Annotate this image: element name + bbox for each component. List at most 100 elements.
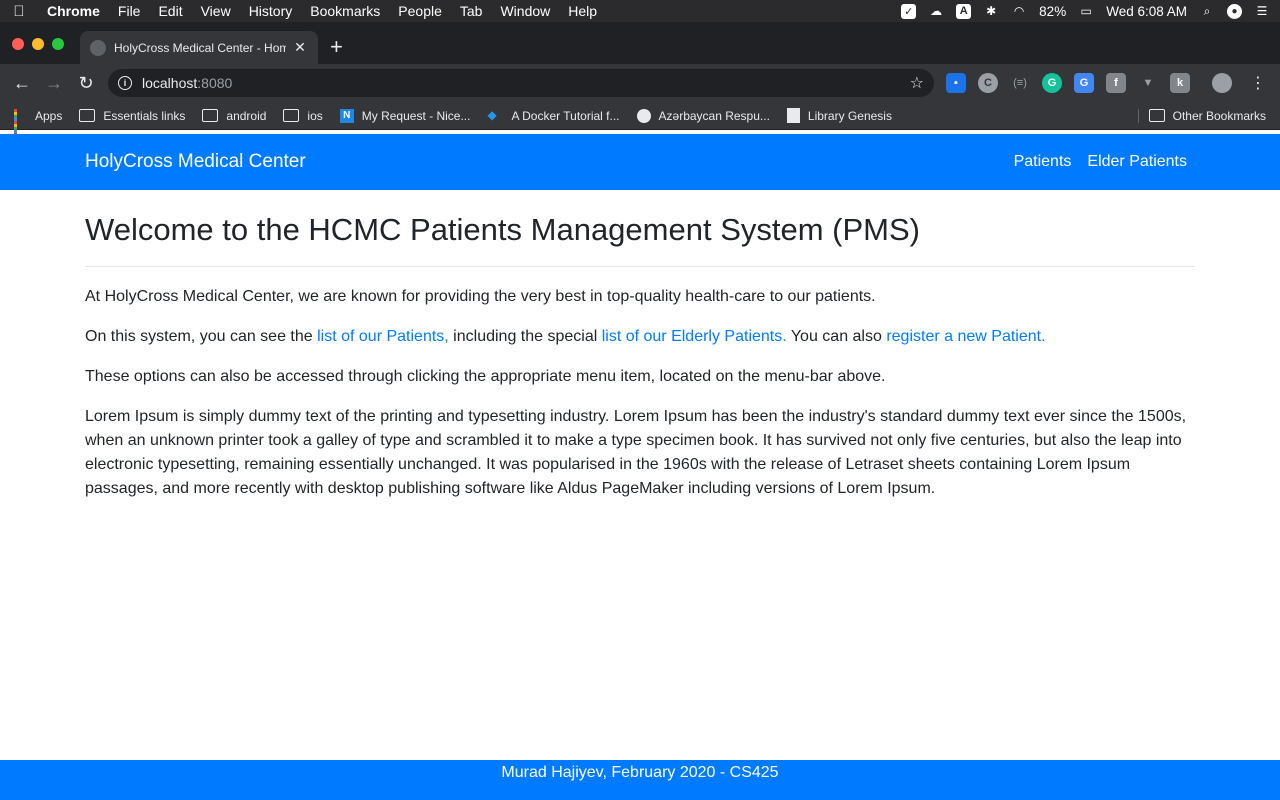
bookmark-android[interactable]: android [202,109,266,123]
spotlight-search-icon[interactable]: ⌕ [1199,3,1215,19]
n-logo-icon: N [339,108,354,123]
menu-history[interactable]: History [240,3,302,19]
menu-help[interactable]: Help [559,3,606,19]
extensions-area: ▪ C (≡) G G f ▼ k [946,73,1232,93]
bookmark-other[interactable]: Other Bookmarks [1137,108,1266,123]
bookmark-star-icon[interactable]: ☆ [910,73,924,93]
bookmark-essentials-links[interactable]: Essentials links [79,109,185,123]
bookmark-label: My Request - Nice... [361,108,471,123]
site-brand[interactable]: HolyCross Medical Center [85,151,306,173]
text-span: You can also [786,328,887,345]
menu-app-chrome[interactable]: Chrome [38,3,109,19]
book-icon [786,108,800,123]
info-icon[interactable]: i [118,76,132,90]
bookmark-label: ios [307,108,323,123]
bookmark-apps[interactable]: Apps [14,108,63,136]
apps-grid-icon [14,109,27,136]
bookmark-label: Apps [35,108,63,123]
menu-people[interactable]: People [389,3,451,19]
extension-k-icon[interactable]: k [1170,73,1190,93]
folder-icon [283,109,300,122]
battery-charging-icon: ▭ [1080,4,1092,18]
nav-link-elder-patients[interactable]: Elder Patients [1087,153,1187,171]
bookmark-my-request[interactable]: N My Request - Nice... [339,108,471,123]
tab-active[interactable]: HolyCross Medical Center - Home ✕ [80,31,318,64]
bookmark-docker-tutorial[interactable]: ◆ A Docker Tutorial f... [487,109,619,123]
globe-icon [90,39,106,56]
apple-menu-icon[interactable]:  [0,3,38,20]
menu-window[interactable]: Window [491,3,559,19]
input-source-icon[interactable]: A [956,3,972,19]
bookmark-label: Library Genesis [807,108,892,123]
fullscreen-window-button[interactable] [52,38,64,50]
menu-view[interactable]: View [192,3,240,19]
lorem-paragraph: Lorem Ipsum is simply dummy text of the … [85,408,1187,497]
extension-brackets-icon[interactable]: (≡) [1010,73,1030,93]
nav-link-patients[interactable]: Patients [1014,153,1072,171]
bookmarks-bar: Apps Essentials links android ios N My R… [0,102,1280,136]
docker-icon: ◆ [487,108,497,122]
window-controls [12,38,64,50]
text-span: including the special [448,328,602,345]
patients-list-link[interactable]: list of our Patients, [317,328,449,345]
url-host: localhost [142,75,198,91]
menu-info-paragraph: These options can also be accessed throu… [85,368,886,385]
macos-menubar:  Chrome File Edit View History Bookmark… [0,0,1280,22]
emblem-icon [636,108,651,123]
wifi-icon[interactable]: ◠ [1011,3,1027,19]
close-tab-icon[interactable]: ✕ [292,39,308,56]
chrome-menu-icon[interactable]: ⋮ [1250,73,1266,93]
bookmark-label: Other Bookmarks [1172,108,1266,123]
folder-icon [1148,109,1165,122]
url-port: :8080 [197,75,233,91]
forward-button[interactable]: → [38,67,70,99]
vue-devtools-icon[interactable]: ▼ [1138,73,1158,93]
menu-file[interactable]: File [109,3,150,19]
browser-toolbar: ← → ↻ i localhost:8080 ☆ ▪ C (≡) G G f ▼… [0,64,1280,102]
new-tab-button[interactable]: + [330,36,343,58]
folder-icon [202,109,219,122]
page-heading: Welcome to the HCMC Patients Management … [85,212,1195,267]
site-footer: Murad Hajiyev, February 2020 - CS425 [0,760,1280,800]
siri-icon[interactable]: ● [1227,3,1242,19]
address-bar[interactable]: i localhost:8080 ☆ [108,69,934,97]
bluetooth-icon[interactable]: ✱ [983,3,999,19]
nav-links: Patients Elder Patients [1014,153,1187,171]
clock[interactable]: Wed 6:08 AM [1106,4,1187,19]
elderly-patients-link[interactable]: list of our Elderly Patients. [602,328,787,345]
reload-button[interactable]: ↻ [70,67,102,99]
battery-percent[interactable]: 82% [1039,4,1066,19]
close-window-button[interactable] [12,38,24,50]
bookmark-label: android [226,108,267,123]
grammarly-icon[interactable]: G [1042,73,1062,93]
bookmark-label: A Docker Tutorial f... [511,108,620,123]
menu-bookmarks[interactable]: Bookmarks [301,3,389,19]
creative-cloud-icon[interactable]: ☁ [928,3,944,19]
back-button[interactable]: ← [6,67,38,99]
bookmark-ios[interactable]: ios [283,108,323,123]
facebook-extension-icon[interactable]: f [1106,73,1126,93]
extension-c-icon[interactable]: C [978,73,998,93]
links-paragraph: On this system, you can see the list of … [85,325,1195,349]
minimize-window-button[interactable] [32,38,44,50]
tab-strip: HolyCross Medical Center - Home ✕ + [0,22,1280,64]
folder-icon [79,109,96,122]
google-translate-icon[interactable]: G [1074,73,1094,93]
bookmark-azerbaycan[interactable]: Azərbaycan Respu... [636,108,770,123]
intro-paragraph: At HolyCross Medical Center, we are know… [85,288,876,305]
profile-avatar[interactable] [1212,73,1232,93]
text-span: On this system, you can see the [85,328,318,345]
menu-tab[interactable]: Tab [451,3,492,19]
notification-center-icon[interactable]: ☰ [1254,3,1270,19]
web-page: HolyCross Medical Center Patients Elder … [0,134,1280,800]
register-patient-link[interactable]: register a new Patient. [886,328,1045,345]
checkmark-status-icon[interactable]: ✓ [901,3,917,19]
tab-title: HolyCross Medical Center - Home [114,40,286,55]
bookmark-library-genesis[interactable]: Library Genesis [786,108,892,123]
bookmark-label: Azərbaycan Respu... [658,108,770,123]
extension-blue-icon[interactable]: ▪ [946,73,966,93]
main-content: Welcome to the HCMC Patients Management … [0,190,1280,501]
bookmark-label: Essentials links [103,108,186,123]
site-navbar: HolyCross Medical Center Patients Elder … [0,134,1280,190]
menu-edit[interactable]: Edit [149,3,191,19]
